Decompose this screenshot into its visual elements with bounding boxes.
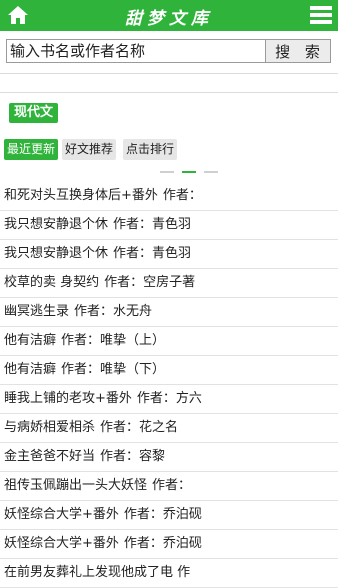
book-author: 唯挚（上） <box>100 333 166 348</box>
book-title[interactable]: 他有洁癖 <box>4 333 56 348</box>
book-list-item[interactable]: 校草的卖 身契约 作者：空房子著 <box>0 269 338 298</box>
book-list-item[interactable]: 他有洁癖 作者：唯挚（上） <box>0 327 338 356</box>
book-title[interactable]: 他有洁癖 <box>4 362 56 377</box>
tab-latest-updates[interactable]: 最近更新 <box>4 139 59 160</box>
book-title[interactable]: 和死对头互换身体后+番外 <box>4 188 158 203</box>
book-author: 花之名 <box>139 420 179 435</box>
pager-dot-active[interactable] <box>182 171 196 173</box>
book-title[interactable]: 妖怪综合大学+番外 <box>4 507 119 522</box>
author-label: 作者： <box>74 304 114 319</box>
book-author: 方六 <box>175 391 202 406</box>
author-label: 作者： <box>100 420 140 435</box>
book-list-item[interactable]: 睡我上铺的老攻+番外 作者：方六 <box>0 385 338 414</box>
book-author: 空房子著 <box>143 275 196 290</box>
author-label: 作者： <box>113 217 153 232</box>
book-list-item[interactable]: 他有洁癖 作者：唯挚（下） <box>0 356 338 385</box>
search-bar: 搜 索 <box>0 31 338 74</box>
author-label: 作者： <box>61 333 101 348</box>
book-author: 乔泊砚 <box>162 536 202 551</box>
book-title[interactable]: 我只想安静退个休 <box>4 246 108 261</box>
divider <box>0 92 338 93</box>
tab-recommended[interactable]: 好文推荐 <box>62 139 117 160</box>
search-button[interactable]: 搜 索 <box>265 39 331 63</box>
book-list-item[interactable]: 金主爸爸不好当 作者：容黎 <box>0 443 338 472</box>
author-label: 作者： <box>152 478 192 493</box>
menu-icon[interactable] <box>310 5 332 25</box>
book-list-item[interactable]: 幽冥逃生录 作者：水无舟 <box>0 298 338 327</box>
book-title[interactable]: 幽冥逃生录 <box>4 304 69 319</box>
author-label: 作者： <box>61 362 101 377</box>
book-title[interactable]: 校草的卖 身契约 <box>4 275 99 290</box>
book-title[interactable]: 金主爸爸不好当 <box>4 449 95 464</box>
pager-dot[interactable] <box>160 171 174 173</box>
book-author: 青色羽 <box>152 217 192 232</box>
search-input[interactable] <box>6 39 270 63</box>
author-label: 作者： <box>113 246 153 261</box>
book-list-item[interactable]: 祖传玉佩蹦出一头大妖怪 作者： <box>0 472 338 501</box>
author-label: 作者： <box>162 188 202 203</box>
book-list: 和死对头互换身体后+番外 作者： 我只想安静退个休 作者：青色羽 我只想安静退个休 作者：… <box>0 182 338 588</box>
author-label: 作者： <box>104 275 144 290</box>
book-list-item[interactable]: 在前男友葬礼上发现他成了电 作 <box>0 559 338 588</box>
book-list-item[interactable]: 我只想安静退个休 作者：青色羽 <box>0 211 338 240</box>
book-author: 唯挚（下） <box>100 362 166 377</box>
book-author: 青色羽 <box>152 246 192 261</box>
site-title: 甜梦文库 <box>125 9 213 29</box>
book-list-item[interactable]: 和死对头互换身体后+番外 作者： <box>0 182 338 211</box>
author-label: 作者： <box>123 536 163 551</box>
book-author: 乔泊砚 <box>162 507 202 522</box>
author-label: 作者： <box>136 391 176 406</box>
book-list-item[interactable]: 妖怪综合大学+番外 作者：乔泊砚 <box>0 530 338 559</box>
book-list-item[interactable]: 我只想安静退个休 作者：青色羽 <box>0 240 338 269</box>
book-author: 容黎 <box>139 449 166 464</box>
category-label: 现代文 <box>9 103 59 123</box>
book-title[interactable]: 祖传玉佩蹦出一头大妖怪 <box>4 478 147 493</box>
book-title[interactable]: 妖怪综合大学+番外 <box>4 536 119 551</box>
book-title[interactable]: 与病娇相爱相杀 <box>4 420 95 435</box>
book-title[interactable]: 睡我上铺的老攻+番外 <box>4 391 132 406</box>
pager-dot[interactable] <box>204 171 218 173</box>
author-label: 作者： <box>123 507 163 522</box>
top-bar: 甜梦文库 <box>0 0 338 31</box>
book-title[interactable]: 我只想安静退个休 <box>4 217 108 232</box>
book-author: 水无舟 <box>113 304 153 319</box>
author-label: 作者： <box>100 449 140 464</box>
book-list-item[interactable]: 妖怪综合大学+番外 作者：乔泊砚 <box>0 501 338 530</box>
book-title[interactable]: 在前男友葬礼上发现他成了电 作 <box>4 565 190 580</box>
tab-click-ranking[interactable]: 点击排行 <box>123 139 178 160</box>
book-list-item[interactable]: 与病娇相爱相杀 作者：花之名 <box>0 414 338 443</box>
